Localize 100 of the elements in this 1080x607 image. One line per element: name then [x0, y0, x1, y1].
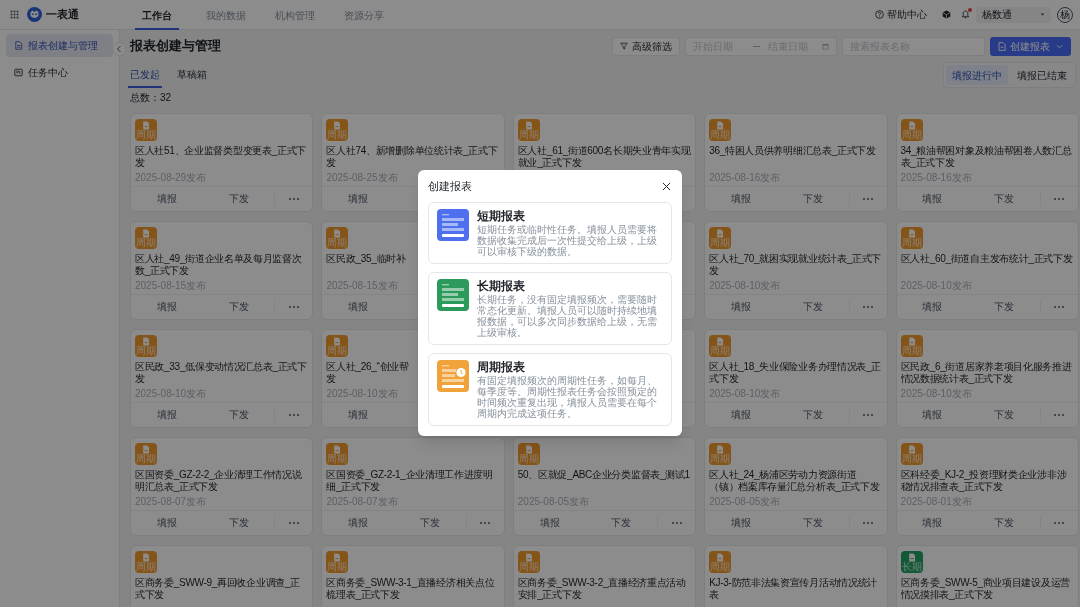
report-title: 区人社74、新增删除单位统计表_正式下发 — [326, 145, 499, 169]
card-action-button[interactable]: 填报 — [727, 407, 756, 423]
badge-label: 周期 — [710, 454, 731, 464]
report-title: 区民政_35_临时补 — [326, 253, 406, 265]
card-action-button[interactable]: 填报 — [152, 407, 181, 423]
badge-label: 周期 — [710, 346, 731, 356]
document-lines-icon — [437, 279, 469, 311]
card-action-button[interactable]: 填报 — [344, 299, 373, 315]
report-type-option[interactable]: 短期报表 短期任务或临时性任务。填报人员需要将数据收集完成后一次性提交给上级，上级可以审核下级的数据。 — [428, 202, 672, 264]
card-action-button[interactable]: 下发 — [798, 191, 827, 207]
card-action-button[interactable]: 下发 — [224, 299, 253, 315]
card-action-button[interactable]: 填报 — [344, 515, 373, 531]
card-action-button[interactable]: 填报 — [918, 299, 947, 315]
report-title: 区人社_24_杨浦区劳动力资源街道（镇）档案库存量汇总分析表_正式下发 — [709, 469, 881, 493]
card-action-button[interactable]: 填报 — [918, 191, 947, 207]
badge-label: 周期 — [710, 130, 731, 140]
badge-label: 周期 — [901, 238, 922, 248]
report-title: 区人社_70_就困实现就业统计表_正式下发 — [709, 253, 882, 277]
badge-label: 周期 — [136, 454, 156, 464]
card-action-button[interactable]: 下发 — [798, 407, 827, 423]
cube-icon[interactable] — [942, 10, 951, 19]
status-toggle[interactable]: 填报已结束 — [1011, 65, 1073, 85]
card-action-button[interactable]: 下发 — [990, 191, 1019, 207]
report-title: 区商务委_SWW-3-1_直播经济相关点位梳理表_正式下发 — [326, 577, 496, 601]
nav-tab[interactable]: 工作台 — [135, 0, 179, 30]
calendar-icon — [822, 42, 829, 50]
help-link[interactable]: 帮助中心 — [875, 7, 927, 22]
user-dropdown[interactable]: 杨数通 — [976, 6, 1051, 23]
tab[interactable]: 已发起 — [128, 62, 162, 88]
sidebar-item[interactable]: 报表创建与管理 — [6, 34, 113, 57]
sidebar-item[interactable]: 任务中心 — [6, 61, 113, 84]
report-title: 区科经委_KJ-2_投资理财类企业涉非涉稳情况排查表_正式下发 — [900, 469, 1068, 493]
status-toggle[interactable]: 填报进行中 — [946, 65, 1008, 85]
card-action-button[interactable]: 填报 — [344, 407, 373, 423]
dialog-title: 创建报表 — [428, 178, 472, 194]
help-icon — [875, 10, 884, 19]
badge-label: 周期 — [327, 562, 348, 572]
badge-label: 长期 — [901, 562, 922, 572]
card-action-button[interactable]: 填报 — [152, 299, 181, 315]
card-action-button[interactable]: 填报 — [727, 299, 756, 315]
card-action-button[interactable]: 下发 — [224, 515, 253, 531]
badge-label: 周期 — [136, 130, 156, 140]
user-avatar[interactable]: 杨 — [1057, 6, 1073, 23]
badge-label: 周期 — [518, 454, 539, 464]
badge-label: 周期 — [136, 238, 156, 248]
report-title: 区国资委_GZ-2-2_企业清理工作情况说明汇总表_正式下发 — [135, 469, 303, 493]
task-board-icon — [14, 68, 23, 77]
card-action-button[interactable]: 下发 — [415, 515, 444, 531]
card-action-button[interactable]: 下发 — [607, 515, 636, 531]
logo-icon — [27, 7, 42, 22]
card-action-button[interactable]: 填报 — [727, 191, 756, 207]
card-action-button[interactable]: 填报 — [918, 407, 947, 423]
card-action-button[interactable]: 下发 — [798, 299, 827, 315]
card-action-button[interactable]: 下发 — [224, 191, 253, 207]
card-action-button[interactable]: 下发 — [990, 299, 1019, 315]
badge-label: 周期 — [710, 238, 731, 248]
report-title: 区民政_6_街道居家养老项目化服务推进情况数据统计表_正式下发 — [900, 361, 1073, 385]
close-icon — [662, 181, 671, 191]
card-action-button[interactable]: 填报 — [344, 191, 373, 207]
badge-label: 周期 — [327, 130, 348, 140]
report-title: 50、区就促_ABC企业分类监督表_测试1 — [517, 469, 690, 481]
badge-label: 周期 — [901, 454, 922, 464]
card-action-button[interactable]: 填报 — [152, 191, 181, 207]
card-action-button[interactable]: 下发 — [990, 515, 1019, 531]
tab[interactable]: 草稿箱 — [175, 62, 209, 88]
report-title: 36_特困人员供养明细汇总表_正式下发 — [709, 145, 876, 157]
apps-grid-icon[interactable] — [10, 10, 19, 19]
filter-icon — [620, 42, 628, 50]
filter-button[interactable]: 高级筛选 — [612, 36, 680, 56]
report-title: 区人社_18_失业保险业务办理情况表_正式下发 — [709, 361, 882, 385]
option-title: 周期报表 — [477, 360, 525, 375]
bell-icon[interactable] — [961, 10, 970, 19]
badge-label: 周期 — [327, 238, 348, 248]
collapse-button[interactable] — [112, 42, 126, 56]
page-title: 报表创建与管理 — [130, 37, 221, 56]
card-action-button[interactable]: 下发 — [224, 407, 253, 423]
badge-label: 周期 — [901, 346, 922, 356]
badge-label: 周期 — [327, 454, 348, 464]
close-button[interactable] — [661, 180, 672, 192]
card-action-button[interactable]: 填报 — [152, 515, 181, 531]
card-action-button[interactable]: 填报 — [918, 515, 947, 531]
card-action-button[interactable]: 下发 — [798, 515, 827, 531]
nav-tab[interactable]: 机构管理 — [273, 0, 317, 30]
report-title: 区人社_61_街道600名长期失业青年实现就业_正式下发 — [517, 145, 692, 169]
report-type-option[interactable]: 周期报表 有固定填报频次的周期性任务，如每月、每季度等。周期性报表任务会按照预定的时间频次重复出现，填报人员需要在每个周期内完成这项任务。 — [428, 353, 672, 426]
option-description: 短期任务或临时性任务。填报人员需要将数据收集完成后一次性提交给上级，上级可以审核下级的数据。 — [477, 224, 658, 257]
report-title: 区商务委_SWW-9_再回收企业调查_正式下发 — [135, 577, 301, 601]
card-action-button[interactable]: 下发 — [990, 407, 1019, 423]
create-report-button[interactable]: 创建报表 — [990, 36, 1071, 56]
chevron-down-icon — [1056, 43, 1063, 49]
badge-label: 周期 — [518, 130, 539, 140]
document-icon — [14, 41, 23, 50]
card-action-button[interactable]: 填报 — [727, 515, 756, 531]
report-title: 34_粮油帮困对象及粮油帮困卷人数汇总表_正式下发 — [900, 145, 1073, 169]
report-type-option[interactable]: 长期报表 长期任务，没有固定填报频次，需要随时常态化更新。填报人员可以随时持续地填报数据，可以多次同步数据给上级，无需上级审核。 — [428, 272, 672, 345]
report-title: 区人社_60_街道自主发布统计_正式下发 — [900, 253, 1073, 265]
badge-label: 周期 — [710, 562, 731, 572]
report-title: 区人社_49_街道企业名单及每月监督次数_正式下发 — [135, 253, 303, 277]
card-action-button[interactable]: 填报 — [535, 515, 564, 531]
option-description: 长期任务，没有固定填报频次，需要随时常态化更新。填报人员可以随时持续地填报数据，可以多次同步数据给上级，无需上级审核。 — [477, 294, 658, 338]
